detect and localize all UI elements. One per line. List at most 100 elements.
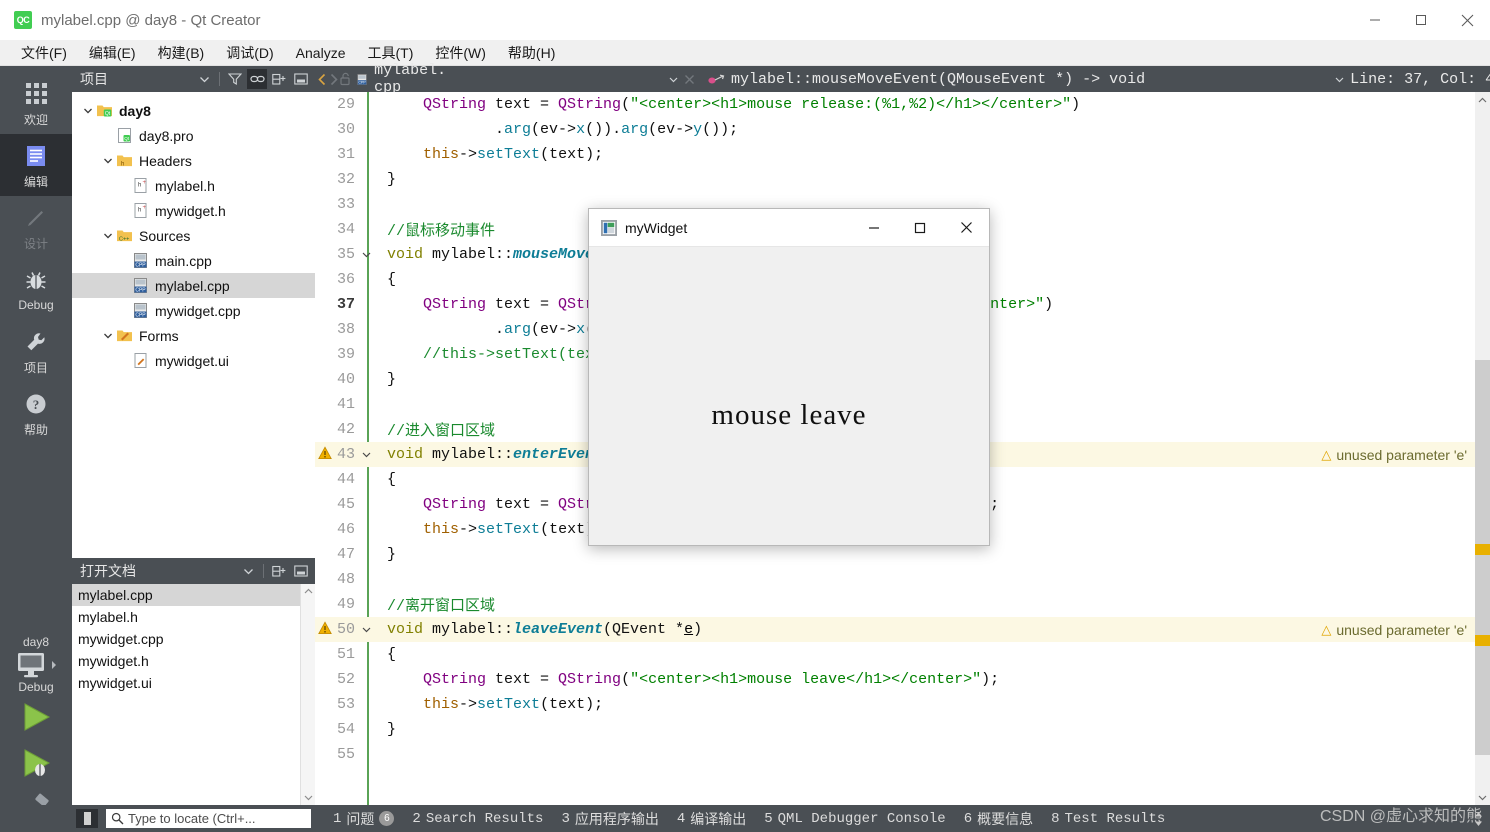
panel-menu-icon[interactable] [291, 561, 311, 581]
chevron-down-icon[interactable] [669, 68, 678, 90]
mode-label: 项目 [23, 360, 48, 375]
debug-button[interactable] [0, 740, 72, 786]
code-line[interactable]: 55 [315, 742, 1475, 767]
kit-selector[interactable]: day8 Debug [0, 629, 72, 694]
open-documents-scrollbar[interactable] [300, 584, 315, 805]
status-item-compile-output[interactable]: 4 编译输出 [677, 809, 746, 829]
chevron-down-icon[interactable] [100, 228, 116, 244]
collapse-icon[interactable] [269, 69, 289, 89]
fold-chevron-icon[interactable] [359, 251, 373, 258]
chevron-down-icon[interactable] [238, 561, 258, 581]
chevron-right-icon[interactable] [328, 68, 339, 90]
status-item-search-results[interactable]: 2 Search Results [412, 811, 543, 827]
chevron-down-icon[interactable] [80, 103, 96, 119]
symbol-selector[interactable]: mylabel::mouseMoveEvent(QMouseEvent *) -… [707, 71, 1145, 88]
run-button[interactable] [0, 694, 72, 740]
chevron-down-icon[interactable] [100, 153, 116, 169]
code-line[interactable]: 32} [315, 167, 1475, 192]
tree-item-forms[interactable]: Forms [72, 323, 315, 348]
mywidget-window[interactable]: myWidget mouse leave [588, 208, 990, 546]
code-line[interactable]: 50 void mylabel::leaveEvent(QEvent *e) △ un… [315, 617, 1475, 642]
unlocked-icon[interactable] [339, 68, 352, 90]
code-text: //进入窗口区域 [387, 423, 496, 440]
menu-analyze[interactable]: Analyze [285, 42, 357, 64]
minimize-icon[interactable] [851, 209, 897, 246]
menu-debug[interactable]: 调试(D) [215, 40, 284, 66]
warning-triangle-icon[interactable] [318, 621, 332, 635]
svg-text:CPP: CPP [135, 287, 146, 293]
code-line[interactable]: 53 this->setText(text); [315, 692, 1475, 717]
open-documents-list[interactable]: mylabel.cpp mylabel.h mywidget.cpp mywid… [72, 584, 315, 805]
scroll-down-icon[interactable] [1475, 789, 1490, 805]
document-item-mylabel-cpp[interactable]: mylabel.cpp [72, 584, 315, 606]
fold-chevron-icon[interactable] [359, 626, 373, 633]
tree-item-mylabel-cpp[interactable]: CPP mylabel.cpp [72, 273, 315, 298]
code-line[interactable]: 52 QString text = QString("<center><h1>m… [315, 667, 1475, 692]
filter-icon[interactable] [225, 69, 245, 89]
menu-edit[interactable]: 编辑(E) [78, 40, 147, 66]
tree-item-sources[interactable]: C++ Sources [72, 223, 315, 248]
editor-file-selector[interactable]: CPP mylabel. cpp [356, 62, 451, 96]
link-icon[interactable] [247, 69, 267, 89]
close-icon[interactable] [684, 68, 695, 90]
mode-edit[interactable]: 编辑 [0, 134, 72, 196]
document-label: mywidget.h [78, 653, 149, 669]
close-icon[interactable] [943, 209, 989, 246]
chevron-down-icon[interactable] [100, 328, 116, 344]
status-item-general-messages[interactable]: 6 概要信息 [964, 809, 1033, 829]
scroll-down-icon[interactable] [301, 790, 316, 805]
svg-text:CPP: CPP [135, 262, 146, 268]
maximize-icon[interactable] [1398, 0, 1444, 40]
chevron-down-icon[interactable] [1335, 68, 1344, 90]
scroll-up-icon[interactable] [301, 584, 315, 599]
maximize-icon[interactable] [897, 209, 943, 246]
mode-design[interactable]: 设计 [0, 196, 72, 258]
status-item-test-results[interactable]: 8 Test Results [1051, 811, 1165, 827]
tree-item-mywidget-h[interactable]: h + mywidget.h [72, 198, 315, 223]
panel-menu-icon[interactable] [291, 69, 311, 89]
tree-item-main-cpp[interactable]: CPP main.cpp [72, 248, 315, 273]
code-line[interactable]: 31 this->setText(text); [315, 142, 1475, 167]
mode-projects[interactable]: 项目 [0, 320, 72, 382]
code-line[interactable]: 51 { [315, 642, 1475, 667]
warning-triangle-icon[interactable] [318, 446, 332, 460]
chevron-down-icon[interactable] [194, 69, 214, 89]
status-item-qml-debugger-console[interactable]: 5 QML Debugger Console [764, 811, 945, 827]
tree-item-mywidget-ui[interactable]: mywidget.ui [72, 348, 315, 373]
menu-build[interactable]: 构建(B) [147, 40, 216, 66]
document-item-mywidget-ui[interactable]: mywidget.ui [72, 672, 315, 694]
up-down-arrows-icon[interactable] [1473, 811, 1484, 827]
collapse-icon[interactable] [269, 561, 289, 581]
project-tree[interactable]: Qt day8 Qt day8.pro h Headers h + mylabel… [72, 92, 315, 555]
tree-item-mylabel-h[interactable]: h + mylabel.h [72, 173, 315, 198]
fold-chevron-icon[interactable] [359, 451, 373, 458]
editor-scrollbar[interactable] [1475, 92, 1490, 805]
status-item-issues[interactable]: 1 问题 6 [333, 809, 395, 829]
code-line[interactable]: 54} [315, 717, 1475, 742]
search-input[interactable]: Type to locate (Ctrl+... [106, 809, 311, 828]
tree-item-day8[interactable]: Qt day8 [72, 98, 315, 123]
code-line[interactable]: 30 .arg(ev->x()).arg(ev->y()); [315, 117, 1475, 142]
menu-help[interactable]: 帮助(H) [497, 40, 566, 66]
minimize-icon[interactable] [1352, 0, 1398, 40]
mouse-event-label: mouse leave [711, 399, 867, 431]
scrollbar-thumb[interactable] [1475, 360, 1490, 755]
status-item-application-output[interactable]: 3 应用程序输出 [561, 809, 658, 829]
mode-help[interactable]: ? 帮助 [0, 382, 72, 444]
tree-item-headers[interactable]: h Headers [72, 148, 315, 173]
document-item-mylabel-h[interactable]: mylabel.h [72, 606, 315, 628]
tree-item-day8-pro[interactable]: Qt day8.pro [72, 123, 315, 148]
tree-item-mywidget-cpp[interactable]: CPP mywidget.cpp [72, 298, 315, 323]
code-line[interactable]: 29 QString text = QString("<center><h1>m… [315, 92, 1475, 117]
mode-debug[interactable]: Debug [0, 258, 72, 320]
chevron-left-icon[interactable] [317, 68, 328, 90]
code-line[interactable]: 49 //离开窗口区域 [315, 592, 1475, 617]
mode-welcome[interactable]: 欢迎 [0, 72, 72, 134]
menu-file[interactable]: 文件(F) [10, 40, 78, 66]
document-item-mywidget-h[interactable]: mywidget.h [72, 650, 315, 672]
sidebar-toggle-icon[interactable] [76, 809, 98, 828]
close-icon[interactable] [1444, 0, 1490, 40]
scroll-up-icon[interactable] [1475, 92, 1490, 108]
code-line[interactable]: 48 [315, 567, 1475, 592]
document-item-mywidget-cpp[interactable]: mywidget.cpp [72, 628, 315, 650]
